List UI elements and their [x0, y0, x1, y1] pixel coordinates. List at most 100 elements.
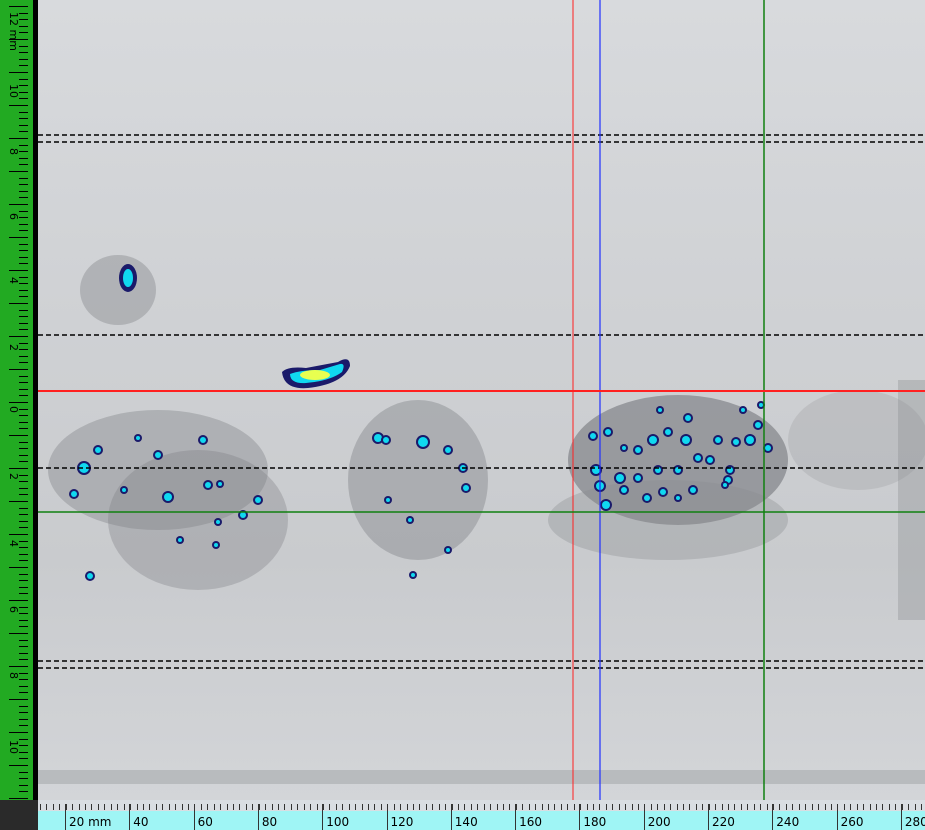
- depth-tick: [9, 468, 28, 469]
- scan-minor-tick: [342, 804, 344, 810]
- scan-minor-tick: [412, 804, 414, 810]
- scan-minor-tick: [59, 804, 61, 810]
- top-left-indication: [119, 264, 137, 292]
- depth-tick: [19, 705, 28, 707]
- depth-tick: [9, 600, 28, 601]
- scan-minor-tick: [52, 804, 54, 810]
- scan-label: 160: [519, 815, 542, 829]
- indication-spot: [658, 408, 662, 412]
- depth-tick: [19, 771, 28, 773]
- depth-tick: [19, 461, 28, 463]
- indication-spot: [759, 403, 763, 407]
- indication-spot: [733, 439, 739, 445]
- depth-tick: [19, 45, 28, 47]
- vertical-depth-ruler[interactable]: 12 mm 10 8 6 4 2 0 2 4 6 8 10: [0, 0, 38, 800]
- indication-spot: [411, 573, 415, 577]
- scan-minor-tick: [882, 804, 884, 810]
- scan-minor-tick: [374, 804, 376, 810]
- scan-minor-tick: [708, 804, 710, 810]
- indication-spot: [741, 408, 745, 412]
- indication-spot: [155, 452, 161, 458]
- scan-label: 220: [712, 815, 735, 829]
- depth-tick: [19, 659, 28, 661]
- scan-label: 280: [904, 815, 925, 829]
- depth-tick: [19, 619, 28, 621]
- depth-tick: [19, 177, 28, 179]
- depth-tick: [9, 534, 28, 535]
- indication-spot: [240, 512, 246, 518]
- depth-tick: [19, 738, 28, 740]
- scan-minor-tick: [818, 804, 819, 810]
- scan-minor-tick: [856, 804, 858, 810]
- indication-spot: [660, 489, 666, 495]
- indication-spot: [95, 447, 101, 453]
- scan-minor-tick: [91, 804, 93, 810]
- scan-minor-tick: [843, 804, 845, 810]
- depth-tick: [19, 329, 28, 331]
- scan-minor-tick: [226, 804, 228, 810]
- scan-minor-tick: [811, 804, 813, 810]
- scan-minor-tick: [599, 804, 601, 810]
- scan-minor-tick: [477, 804, 479, 810]
- scan-label: 200: [647, 815, 671, 829]
- scan-minor-tick: [676, 804, 678, 810]
- scan-minor-tick: [297, 804, 299, 810]
- scan-minor-tick: [181, 804, 183, 810]
- depth-tick: [19, 586, 28, 588]
- horizontal-scan-ruler[interactable]: 20 mm 40 60 80 100 120 140 160 180 200 220 240 260 28…: [38, 800, 925, 830]
- scan-minor-tick: [850, 804, 852, 810]
- cursor-lines[interactable]: [38, 0, 925, 800]
- depth-tick: [19, 718, 28, 720]
- indication-spot: [71, 491, 77, 497]
- depth-tick: [19, 144, 28, 146]
- scan-minor-tick: [458, 804, 459, 810]
- indication-spot: [682, 436, 690, 444]
- scan-minor-tick: [168, 804, 170, 810]
- indication-spot: [605, 429, 611, 435]
- indication-spot: [695, 455, 701, 461]
- scan-minor-tick: [200, 804, 202, 810]
- scan-minor-tick: [162, 804, 164, 810]
- scan-minor-tick: [117, 804, 119, 810]
- indication-spot: [622, 446, 626, 450]
- depth-tick: [19, 441, 28, 443]
- bright-indication: [282, 359, 350, 389]
- scan-minor-tick: [721, 804, 723, 810]
- scan-minor-tick: [573, 804, 575, 810]
- depth-tick: [9, 6, 28, 7]
- scan-image[interactable]: [38, 0, 925, 800]
- scan-minor-tick: [451, 804, 453, 810]
- scan-minor-tick: [503, 804, 504, 810]
- scan-minor-tick: [908, 804, 909, 810]
- indication-spot: [418, 437, 428, 447]
- scan-minor-tick: [515, 804, 517, 810]
- indication-spot: [445, 447, 451, 453]
- scan-minor-tick: [805, 804, 807, 810]
- scan-minor-tick: [895, 804, 897, 810]
- depth-tick: [9, 402, 28, 403]
- depth-tick: [19, 98, 28, 100]
- indication-spot: [649, 436, 657, 444]
- ultrasonic-scan-view[interactable]: [38, 0, 925, 800]
- depth-tick: [9, 303, 28, 304]
- indication-spot: [214, 543, 218, 547]
- indication-spot: [122, 488, 126, 492]
- indication-spot: [590, 433, 596, 439]
- scan-minor-tick: [528, 804, 530, 810]
- scan-minor-tick: [425, 804, 427, 810]
- depth-tick: [19, 560, 28, 562]
- scan-label: 140: [454, 815, 478, 829]
- depth-tick: [19, 250, 28, 252]
- indication-spot: [765, 445, 771, 451]
- scan-minor-tick: [220, 804, 221, 810]
- scan-minor-tick: [548, 804, 549, 810]
- scan-minor-tick: [72, 804, 74, 810]
- scan-label: 20 mm: [69, 815, 112, 829]
- scan-minor-tick: [123, 804, 125, 810]
- depth-tick: [9, 666, 28, 667]
- depth-tick: [19, 296, 28, 298]
- depth-tick: [19, 646, 28, 648]
- indication-spot: [255, 497, 261, 503]
- depth-tick: [19, 164, 28, 166]
- indication-spot: [707, 457, 713, 463]
